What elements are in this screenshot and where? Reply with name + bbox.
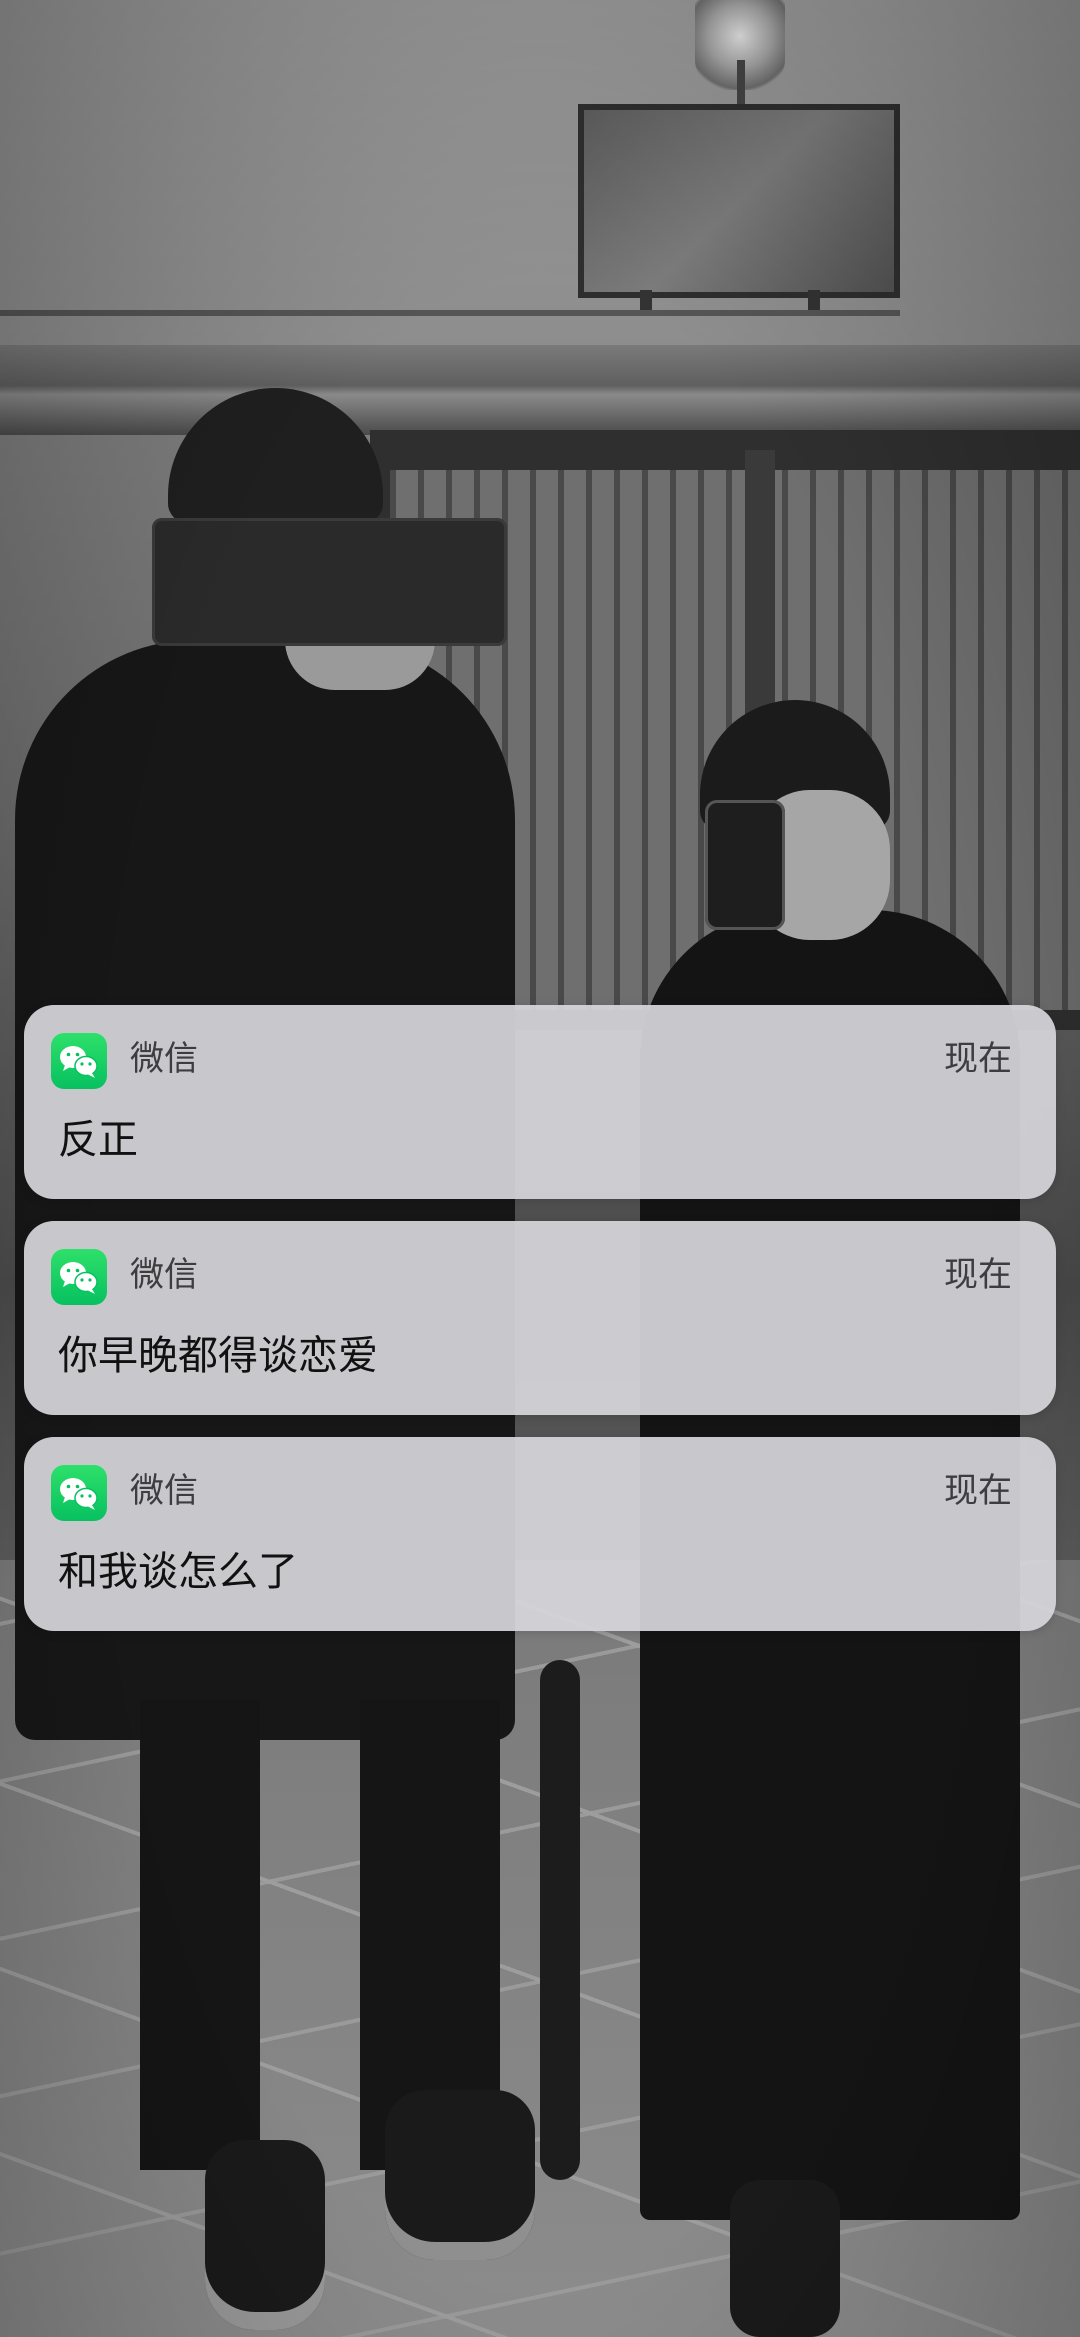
wechat-icon	[51, 1465, 107, 1521]
notification-app-name: 微信	[130, 1255, 198, 1295]
notification-app-name: 微信	[130, 1471, 198, 1511]
wechat-icon	[51, 1033, 107, 1089]
notification-message: 你早晚都得谈恋爱	[58, 1333, 378, 1379]
notification-stack: 微信 现在 反正 微信 现在 你早晚都得谈恋爱 微信 现在 和我谈怎么了	[24, 1005, 1056, 1653]
notification-card[interactable]: 微信 现在 你早晚都得谈恋爱	[24, 1221, 1056, 1415]
notification-message: 反正	[58, 1117, 138, 1163]
notification-card[interactable]: 微信 现在 反正	[24, 1005, 1056, 1199]
notification-time: 现在	[944, 1039, 1012, 1079]
notification-app-name: 微信	[130, 1039, 198, 1079]
wechat-icon	[51, 1249, 107, 1305]
notification-time: 现在	[944, 1471, 1012, 1511]
notification-time: 现在	[944, 1255, 1012, 1295]
notification-message: 和我谈怎么了	[58, 1549, 298, 1595]
notification-card[interactable]: 微信 现在 和我谈怎么了	[24, 1437, 1056, 1631]
